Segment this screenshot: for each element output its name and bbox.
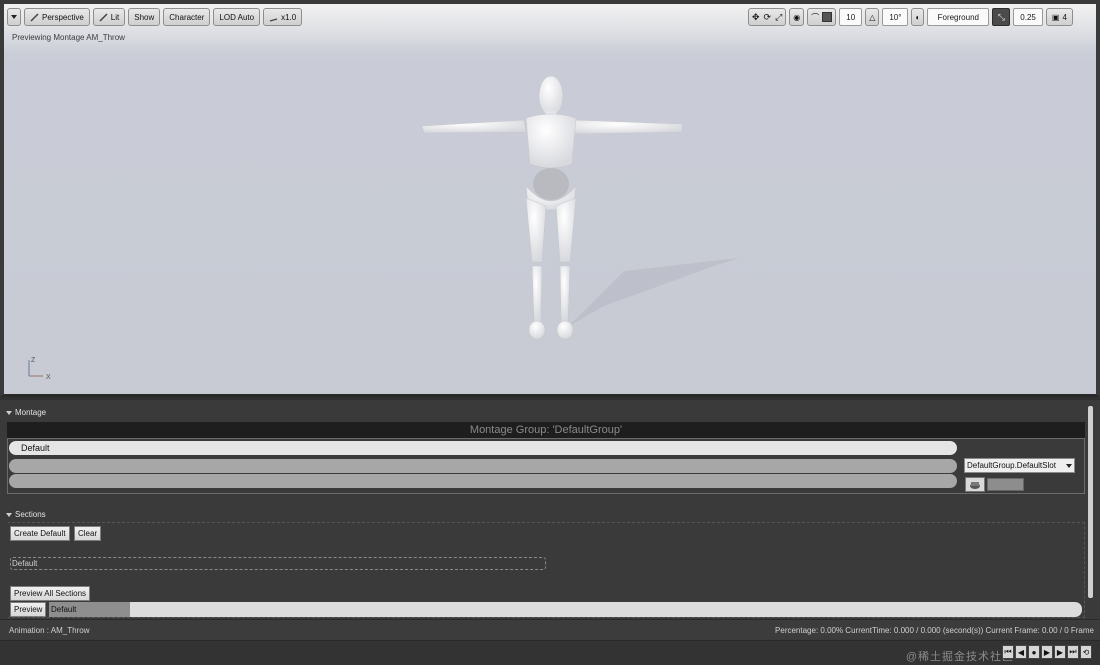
show-button[interactable]: Show [128, 8, 161, 26]
chevron-down-icon [1066, 464, 1072, 468]
collapse-triangle-icon [6, 512, 12, 517]
chevron-down-icon [11, 15, 17, 19]
preview-timeline-bar[interactable] [49, 602, 1082, 617]
playback-info: Percentage: 0.00% CurrentTime: 0.000 / 0… [775, 626, 1094, 635]
watermark: @稀土掘金技术社区 [905, 651, 1014, 663]
perspective-button[interactable]: Perspective [24, 8, 90, 26]
axis-z-label: Z [31, 357, 36, 364]
lod-button[interactable]: LOD Auto [213, 8, 261, 26]
create-default-button[interactable]: Create Default [10, 526, 70, 541]
viewport-toolbar-right: ✥ ⟳ ⤢ ◉ ⌒ 10 △ 10° ◐ Foreground ⤡ 0.25 ▣… [748, 8, 1073, 26]
panel-scrollbar[interactable] [1088, 406, 1093, 598]
sections-area: Create Default Clear Default Preview All… [7, 522, 1085, 618]
camera-speed-value: 4 [1062, 12, 1067, 22]
translate-icon: ✥ [752, 11, 760, 22]
step-forward-icon[interactable]: ▶ [1054, 645, 1066, 659]
skip-back-icon[interactable]: ⏮ [1002, 645, 1014, 659]
angle-icon: △ [869, 12, 876, 22]
layer-icon: ◐ [915, 12, 921, 22]
perspective-icon [30, 12, 39, 22]
preview-section-default[interactable]: Default [49, 602, 130, 617]
scale-icon: ⤢ [775, 11, 783, 22]
surface-snap-icon: ⌒ [811, 12, 820, 22]
scale-snap-value[interactable]: 0.25 [1013, 8, 1043, 26]
rotation-snap-toggle[interactable]: △ [865, 8, 880, 26]
lit-button[interactable]: Lit [92, 8, 126, 26]
viewport-toolbar-left: Perspective Lit Show Character LOD Auto … [7, 8, 303, 26]
preview-all-sections-button[interactable]: Preview All Sections [10, 586, 91, 601]
montage-track-slot[interactable] [9, 459, 957, 473]
transport-controls: ⏮ ◀ ● ▶ ▶ ⏭ ⟲ [1002, 645, 1092, 659]
rotation-snap-value[interactable]: 10° [882, 8, 909, 26]
character-button[interactable]: Character [163, 8, 211, 26]
play-icon[interactable]: ▶ [1041, 645, 1053, 659]
camera-speed-button[interactable]: ▣ 4 [1045, 8, 1073, 26]
mannequin-model [421, 75, 739, 340]
montage-header-label: Montage [15, 408, 47, 417]
skip-forward-icon[interactable]: ⏭ [1067, 645, 1079, 659]
sections-section-header[interactable]: Sections [6, 510, 46, 519]
playback-speed-button[interactable]: x1.0 [263, 8, 303, 26]
scale-snap-icon: ⤡ [997, 11, 1005, 22]
record-icon[interactable]: ● [1028, 645, 1040, 659]
viewport-options-button[interactable] [7, 8, 21, 26]
axis-x-label: X [46, 374, 51, 381]
preview-button[interactable]: Preview [10, 602, 47, 617]
montage-track-area: Default DefaultGroup.DefaultSlot [7, 438, 1085, 494]
loop-icon[interactable]: ⟲ [1080, 645, 1092, 659]
clear-button[interactable]: Clear [74, 526, 102, 541]
section-default-item[interactable]: Default [10, 557, 546, 570]
camera-icon: ▣ [1051, 12, 1060, 22]
lit-label: Lit [110, 12, 120, 22]
sections-header-label: Sections [15, 510, 46, 519]
montage-track-default[interactable]: Default [9, 441, 957, 455]
step-back-icon[interactable]: ◀ [1015, 645, 1027, 659]
layer-toggle[interactable]: ◐ [911, 8, 925, 26]
transport-bar: @稀土掘金技术社区 ⏮ ◀ ● ▶ ▶ ⏭ ⟲ [0, 640, 1100, 665]
playback-speed-label: x1.0 [281, 12, 297, 22]
slot-icon-button[interactable] [965, 477, 985, 492]
lit-icon [99, 12, 108, 22]
grid-snap-icon [822, 12, 833, 22]
slot-icon [970, 482, 980, 489]
perspective-label: Perspective [42, 12, 84, 22]
transform-tools-group[interactable]: ✥ ⟳ ⤢ [748, 8, 787, 26]
montage-section-header[interactable]: Montage [6, 408, 46, 417]
viewport[interactable]: Perspective Lit Show Character LOD Auto … [0, 0, 1100, 397]
montage-track-slot-2[interactable] [9, 474, 957, 488]
montage-group-title: Montage Group: 'DefaultGroup' [7, 422, 1085, 438]
axis-gizmo: Z X [28, 357, 51, 381]
slot-select-dropdown[interactable]: DefaultGroup.DefaultSlot [964, 458, 1075, 473]
animation-name: Animation : AM_Throw [9, 626, 90, 635]
globe-icon: ◉ [793, 12, 801, 22]
rotate-icon: ⟳ [763, 11, 772, 22]
surface-snap-toggle[interactable]: ⌒ [807, 8, 837, 26]
world-local-toggle[interactable]: ◉ [789, 8, 805, 26]
slot-name-field[interactable] [987, 478, 1024, 491]
status-bar: Animation : AM_Throw Percentage: 0.00% C… [0, 619, 1100, 639]
speed-icon [269, 13, 278, 22]
slot-select-value: DefaultGroup.DefaultSlot [967, 461, 1056, 470]
layer-value[interactable]: Foreground [927, 8, 990, 26]
scale-snap-toggle[interactable]: ⤡ [992, 8, 1011, 26]
grid-size-value[interactable]: 10 [839, 8, 863, 26]
collapse-triangle-icon [6, 410, 12, 415]
preview-status-text: Previewing Montage AM_Throw [12, 33, 125, 42]
